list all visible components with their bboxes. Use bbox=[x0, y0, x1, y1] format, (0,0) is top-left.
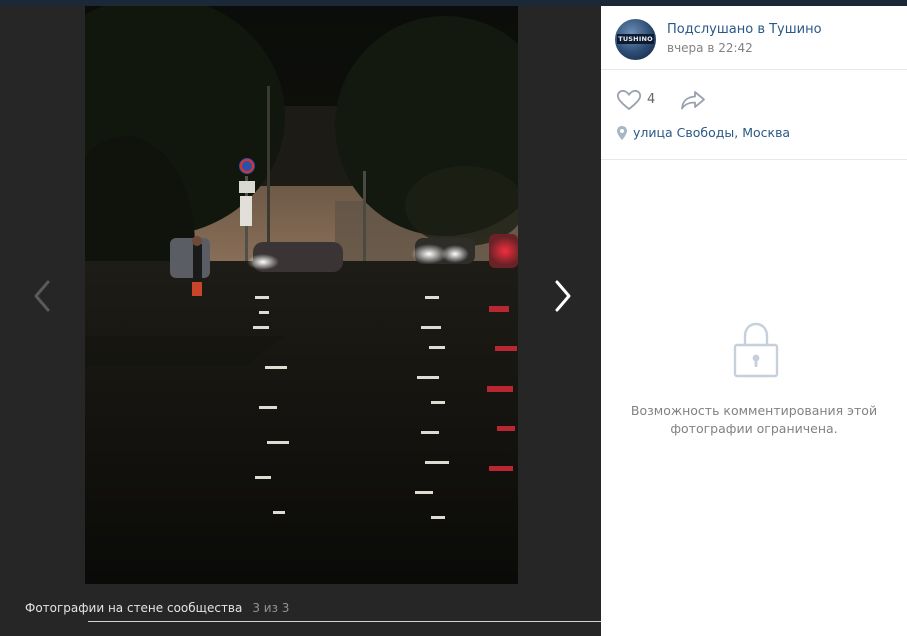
night-flood-photo bbox=[85, 6, 518, 584]
album-title[interactable]: Фотографии на стене сообщества bbox=[25, 601, 242, 615]
photo-sidebar: TUSHINO Подслушано в Тушино вчера в 22:4… bbox=[601, 6, 907, 636]
chevron-right-icon bbox=[555, 280, 571, 312]
photo[interactable] bbox=[85, 6, 518, 584]
avatar[interactable]: TUSHINO bbox=[615, 19, 656, 60]
heart-icon bbox=[616, 89, 642, 110]
post-actions: 4 улица Свободы, Москва bbox=[601, 69, 907, 160]
photo-viewer: Фотографии на стене сообщества 3 из 3 TUS… bbox=[0, 0, 907, 636]
photo-caption: Фотографии на стене сообщества 3 из 3 bbox=[25, 601, 289, 615]
share-button[interactable] bbox=[680, 89, 706, 111]
like-count: 4 bbox=[647, 92, 656, 107]
photo-counter: 3 из 3 bbox=[252, 601, 290, 615]
location-link[interactable]: улица Свободы, Москва bbox=[633, 125, 790, 140]
post-date[interactable]: вчера в 22:42 bbox=[667, 41, 753, 55]
avatar-logo: TUSHINO bbox=[617, 34, 654, 44]
share-arrow-icon bbox=[681, 91, 705, 110]
bottom-divider bbox=[88, 621, 601, 622]
lock-icon bbox=[733, 319, 779, 381]
comments-restricted-text: Возможность комментирования этой фотогра… bbox=[630, 403, 878, 436]
author-name[interactable]: Подслушано в Тушино bbox=[667, 22, 822, 37]
photo-pane: Фотографии на стене сообщества 3 из 3 bbox=[0, 6, 601, 636]
author-block: TUSHINO Подслушано в Тушино вчера в 22:4… bbox=[601, 6, 907, 70]
next-photo-button[interactable] bbox=[547, 276, 577, 316]
prev-photo-button[interactable] bbox=[28, 276, 58, 316]
chevron-left-icon bbox=[34, 280, 50, 312]
map-pin-icon bbox=[617, 126, 627, 140]
